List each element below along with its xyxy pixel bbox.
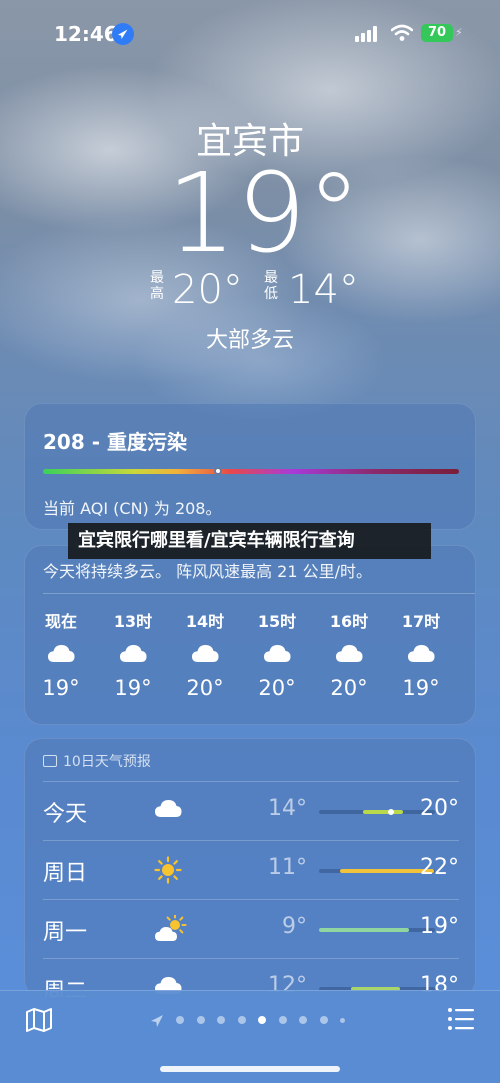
bottom-toolbar bbox=[0, 990, 500, 1083]
hour-temp: 20° bbox=[258, 676, 296, 700]
page-dot[interactable] bbox=[299, 1016, 307, 1024]
forecast-low: 14° bbox=[268, 796, 307, 821]
page-dot[interactable] bbox=[319, 1016, 328, 1024]
page-dot[interactable] bbox=[176, 1016, 184, 1024]
high-temp: 20° bbox=[172, 267, 243, 313]
hourly-summary: 今天将持续多云。 阵风风速最高 21 公里/时。 bbox=[43, 562, 373, 581]
status-time: 12:46 bbox=[54, 22, 118, 46]
forecast-row[interactable]: 周一 9° 19° bbox=[43, 899, 459, 957]
high-low-temps: 最高 20° 最低 14° bbox=[150, 266, 370, 316]
location-arrow-icon bbox=[112, 23, 134, 45]
current-temp-dot bbox=[387, 809, 394, 815]
hourly-item: 现在 19° bbox=[31, 608, 91, 700]
hour-temp: 19° bbox=[402, 676, 440, 700]
sun-icon bbox=[153, 856, 187, 884]
hour-label: 16时 bbox=[329, 612, 369, 631]
temp-range-bar bbox=[319, 869, 435, 873]
hourly-item: 13时 19° bbox=[103, 608, 163, 700]
aqi-description: 当前 AQI (CN) 为 208。 bbox=[43, 499, 222, 518]
cloud-icon bbox=[153, 797, 187, 825]
calendar-icon bbox=[43, 755, 57, 767]
ten-day-forecast-card[interactable]: 10日天气预报 今天 14° 20° 周日 11° 22° 周一 9° 19° 周二 12° 18° bbox=[24, 738, 476, 998]
temp-range-bar bbox=[319, 928, 435, 932]
hourly-item: 15时 20° bbox=[247, 608, 307, 700]
forecast-day: 周一 bbox=[43, 920, 88, 945]
low-temp: 14° bbox=[288, 267, 359, 313]
current-temperature: 19° bbox=[166, 149, 362, 277]
page-dot[interactable] bbox=[340, 1017, 345, 1023]
forecast-low: 11° bbox=[268, 855, 307, 880]
overlay-banner: 宜宾限行哪里看/宜宾车辆限行查询 bbox=[68, 523, 431, 559]
city-list-icon[interactable] bbox=[447, 1007, 475, 1031]
current-location-arrow-icon bbox=[150, 1013, 164, 1032]
high-label: 最高 bbox=[150, 270, 164, 302]
page-dot[interactable] bbox=[237, 1016, 246, 1024]
map-icon[interactable] bbox=[25, 1007, 53, 1033]
partly-cloudy-icon bbox=[153, 913, 187, 943]
hourly-item: 17时 19° bbox=[391, 608, 451, 700]
forecast-header: 10日天气预报 bbox=[43, 751, 151, 771]
hour-label: 现在 bbox=[44, 612, 77, 631]
hour-temp: 1 bbox=[463, 676, 475, 700]
hour-label: 1 bbox=[463, 608, 475, 630]
divider bbox=[43, 593, 475, 594]
hour-temp: 20° bbox=[186, 676, 224, 700]
hour-label: 13时 bbox=[113, 612, 153, 631]
wifi-icon bbox=[390, 24, 414, 46]
cloud-icon bbox=[190, 642, 220, 664]
page-dot[interactable] bbox=[196, 1016, 205, 1024]
forecast-high: 20° bbox=[420, 796, 459, 821]
status-bar: 12:46 70 ⚡ bbox=[0, 0, 500, 70]
page-dot[interactable] bbox=[217, 1016, 225, 1024]
battery-indicator: 70 bbox=[421, 24, 453, 42]
forecast-row[interactable]: 今天 14° 20° bbox=[43, 781, 459, 839]
temp-range-fill bbox=[363, 810, 403, 814]
forecast-day: 今天 bbox=[43, 802, 88, 827]
page-indicator[interactable] bbox=[150, 1013, 350, 1027]
air-quality-card[interactable]: 208 - 重度污染 当前 AQI (CN) 为 208。 bbox=[24, 403, 476, 530]
page-dot[interactable] bbox=[278, 1016, 287, 1024]
hourly-item: 14时 20° bbox=[175, 608, 235, 700]
aqi-title: 208 - 重度污染 bbox=[43, 430, 187, 454]
forecast-row[interactable]: 周日 11° 22° bbox=[43, 840, 459, 898]
forecast-day: 周日 bbox=[43, 861, 88, 886]
forecast-high: 22° bbox=[420, 855, 459, 880]
temp-range-bar bbox=[319, 809, 435, 815]
cloud-icon bbox=[118, 642, 148, 664]
hour-temp: 19° bbox=[42, 676, 80, 700]
low-label: 最低 bbox=[264, 270, 278, 302]
temp-range-fill bbox=[319, 928, 410, 932]
hour-label: 15时 bbox=[257, 612, 297, 631]
forecast-header-label: 10日天气预报 bbox=[63, 754, 151, 770]
cloud-icon bbox=[46, 642, 76, 664]
cellular-signal-icon bbox=[355, 26, 381, 46]
forecast-high: 19° bbox=[420, 914, 459, 939]
page-dot[interactable] bbox=[258, 1016, 266, 1024]
hourly-item: 16时 20° bbox=[319, 608, 379, 700]
aqi-scale-bar bbox=[43, 469, 459, 474]
hourly-item: 11 bbox=[463, 608, 475, 700]
hour-label: 14时 bbox=[185, 612, 225, 631]
hourly-forecast-card[interactable]: 今天将持续多云。 阵风风速最高 21 公里/时。 现在 19° 13时 19° 14时 2… bbox=[24, 545, 476, 725]
hour-temp: 19° bbox=[114, 676, 152, 700]
home-indicator bbox=[160, 1066, 340, 1072]
cloud-icon bbox=[334, 642, 364, 664]
aqi-indicator-dot bbox=[213, 467, 222, 475]
cloud-icon bbox=[262, 642, 292, 664]
forecast-low: 9° bbox=[282, 914, 307, 939]
charging-bolt-icon: ⚡ bbox=[455, 26, 463, 39]
condition-text: 大部多云 bbox=[205, 328, 294, 353]
hour-temp: 20° bbox=[330, 676, 368, 700]
hour-label: 17时 bbox=[401, 612, 441, 631]
cloud-icon bbox=[406, 642, 436, 664]
